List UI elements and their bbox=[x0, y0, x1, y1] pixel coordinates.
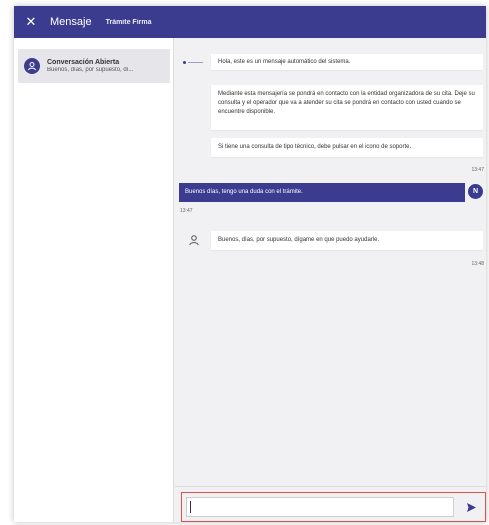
system-logo-icon bbox=[183, 58, 205, 66]
send-icon[interactable] bbox=[463, 499, 479, 515]
agent-icon bbox=[187, 233, 201, 247]
system-message: Hola, este es un mensaje automático del … bbox=[211, 54, 483, 70]
compose-bar bbox=[175, 486, 486, 522]
window-subtitle: Trámite Firma bbox=[105, 18, 152, 26]
close-icon[interactable]: ✕ bbox=[20, 11, 42, 33]
message-timestamp: 13:48 bbox=[471, 261, 484, 267]
conversation-title: Conversación Abierta bbox=[47, 59, 120, 66]
conversation-preview: Buenos, días, por supuesto, dí... bbox=[47, 67, 134, 73]
window-title: Mensaje bbox=[50, 16, 92, 28]
system-message: Mediante esta mensajería se pondrá en co… bbox=[211, 85, 483, 130]
agent-message: Buenos, días, por supuesto, dígame en qu… bbox=[211, 231, 483, 250]
text-caret bbox=[190, 501, 191, 513]
system-message: Si tiene una consulta de tipo técnico, d… bbox=[211, 138, 483, 157]
header-bar: ✕ Mensaje Trámite Firma bbox=[14, 6, 486, 38]
compose-highlight bbox=[181, 492, 486, 522]
conversation-sidebar: Conversación Abierta Buenos, días, por s… bbox=[14, 38, 174, 522]
message-input[interactable] bbox=[186, 497, 454, 517]
message-timestamp: 13:47 bbox=[471, 167, 484, 173]
user-avatar: N bbox=[468, 184, 483, 199]
chat-window: ✕ Mensaje Trámite Firma Conversación Abi… bbox=[14, 6, 486, 522]
message-list: Hola, este es un mensaje automático del … bbox=[175, 38, 486, 486]
agent-icon bbox=[24, 58, 40, 74]
user-message: Buenos días, tengo una duda con el trámi… bbox=[179, 183, 465, 202]
conversation-item[interactable]: Conversación Abierta Buenos, días, por s… bbox=[18, 49, 170, 83]
message-timestamp: 13:47 bbox=[180, 208, 193, 214]
